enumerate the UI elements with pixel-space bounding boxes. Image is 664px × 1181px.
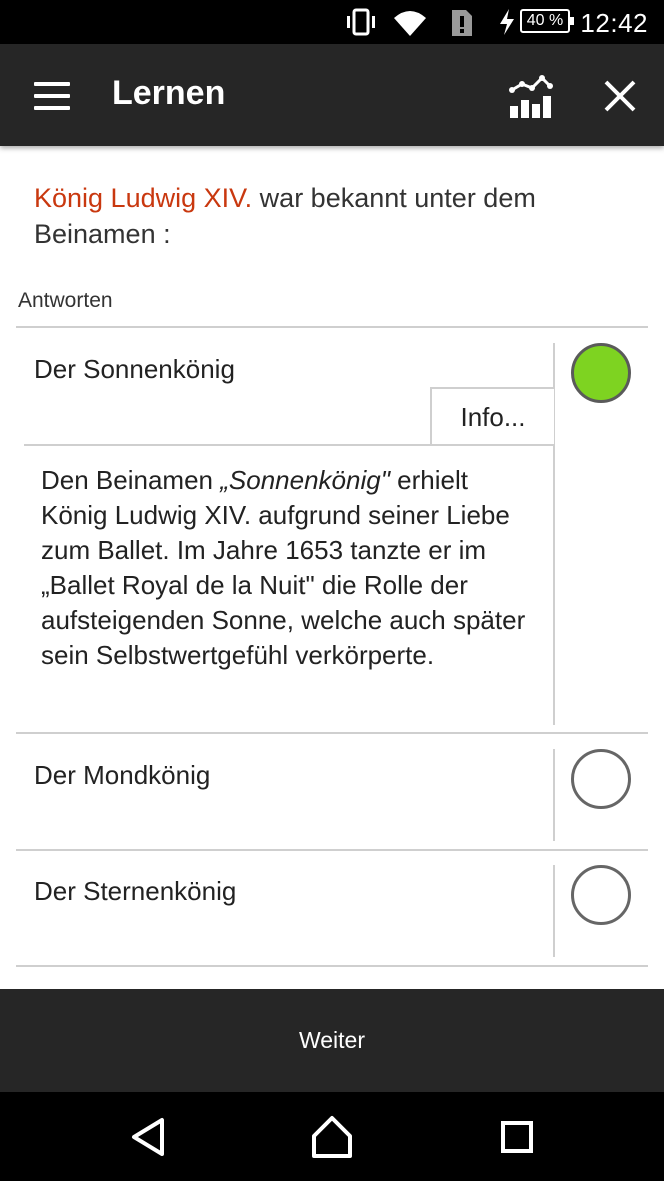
divider: [553, 749, 555, 841]
answer-label: Der Mondkönig: [34, 760, 211, 790]
home-icon[interactable]: [310, 1112, 354, 1162]
divider: [16, 849, 648, 851]
divider: [16, 732, 648, 734]
charging-icon: [500, 9, 514, 35]
back-icon[interactable]: [128, 1112, 168, 1162]
stats-chart-icon[interactable]: [508, 74, 554, 118]
page-title: Lernen: [112, 74, 226, 112]
answers-label: Antworten: [18, 289, 113, 312]
recents-icon[interactable]: [500, 1112, 534, 1162]
menu-icon[interactable]: [34, 82, 70, 110]
question-highlight: König Ludwig XIV.: [34, 183, 253, 213]
divider: [16, 965, 648, 967]
info-text: Den Beinamen „Sonnenkönig" erhielt König…: [41, 463, 541, 673]
answer-label: Der Sternenkönig: [34, 876, 237, 906]
status-time: 12:42: [580, 8, 648, 38]
battery-icon: 40 %: [520, 9, 574, 33]
divider: [553, 865, 555, 957]
status-bar: 40 % 12:42: [0, 0, 664, 44]
divider: [24, 444, 554, 446]
divider: [16, 326, 648, 328]
answer-radio[interactable]: [571, 865, 631, 925]
info-text-part: Den Beinamen: [41, 465, 221, 495]
sim-alert-icon: [452, 10, 472, 36]
info-text-part: erhielt König Ludwig XIV. aufgrund seine…: [41, 465, 526, 670]
question-text: König Ludwig XIV. war bekannt unter dem …: [34, 180, 634, 252]
answer-radio-selected[interactable]: [571, 343, 631, 403]
info-button[interactable]: Info...: [430, 387, 554, 445]
answer-radio[interactable]: [571, 749, 631, 809]
close-icon[interactable]: [602, 78, 638, 114]
vibrate-icon: [347, 8, 375, 36]
answer-label: Der Sonnenkönig: [34, 354, 235, 384]
app-bar: Lernen: [0, 44, 664, 146]
info-text-italic: „Sonnenkönig": [220, 465, 390, 495]
next-button[interactable]: Weiter: [0, 989, 664, 1092]
wifi-icon: [394, 11, 426, 36]
navigation-bar: [0, 1092, 664, 1181]
